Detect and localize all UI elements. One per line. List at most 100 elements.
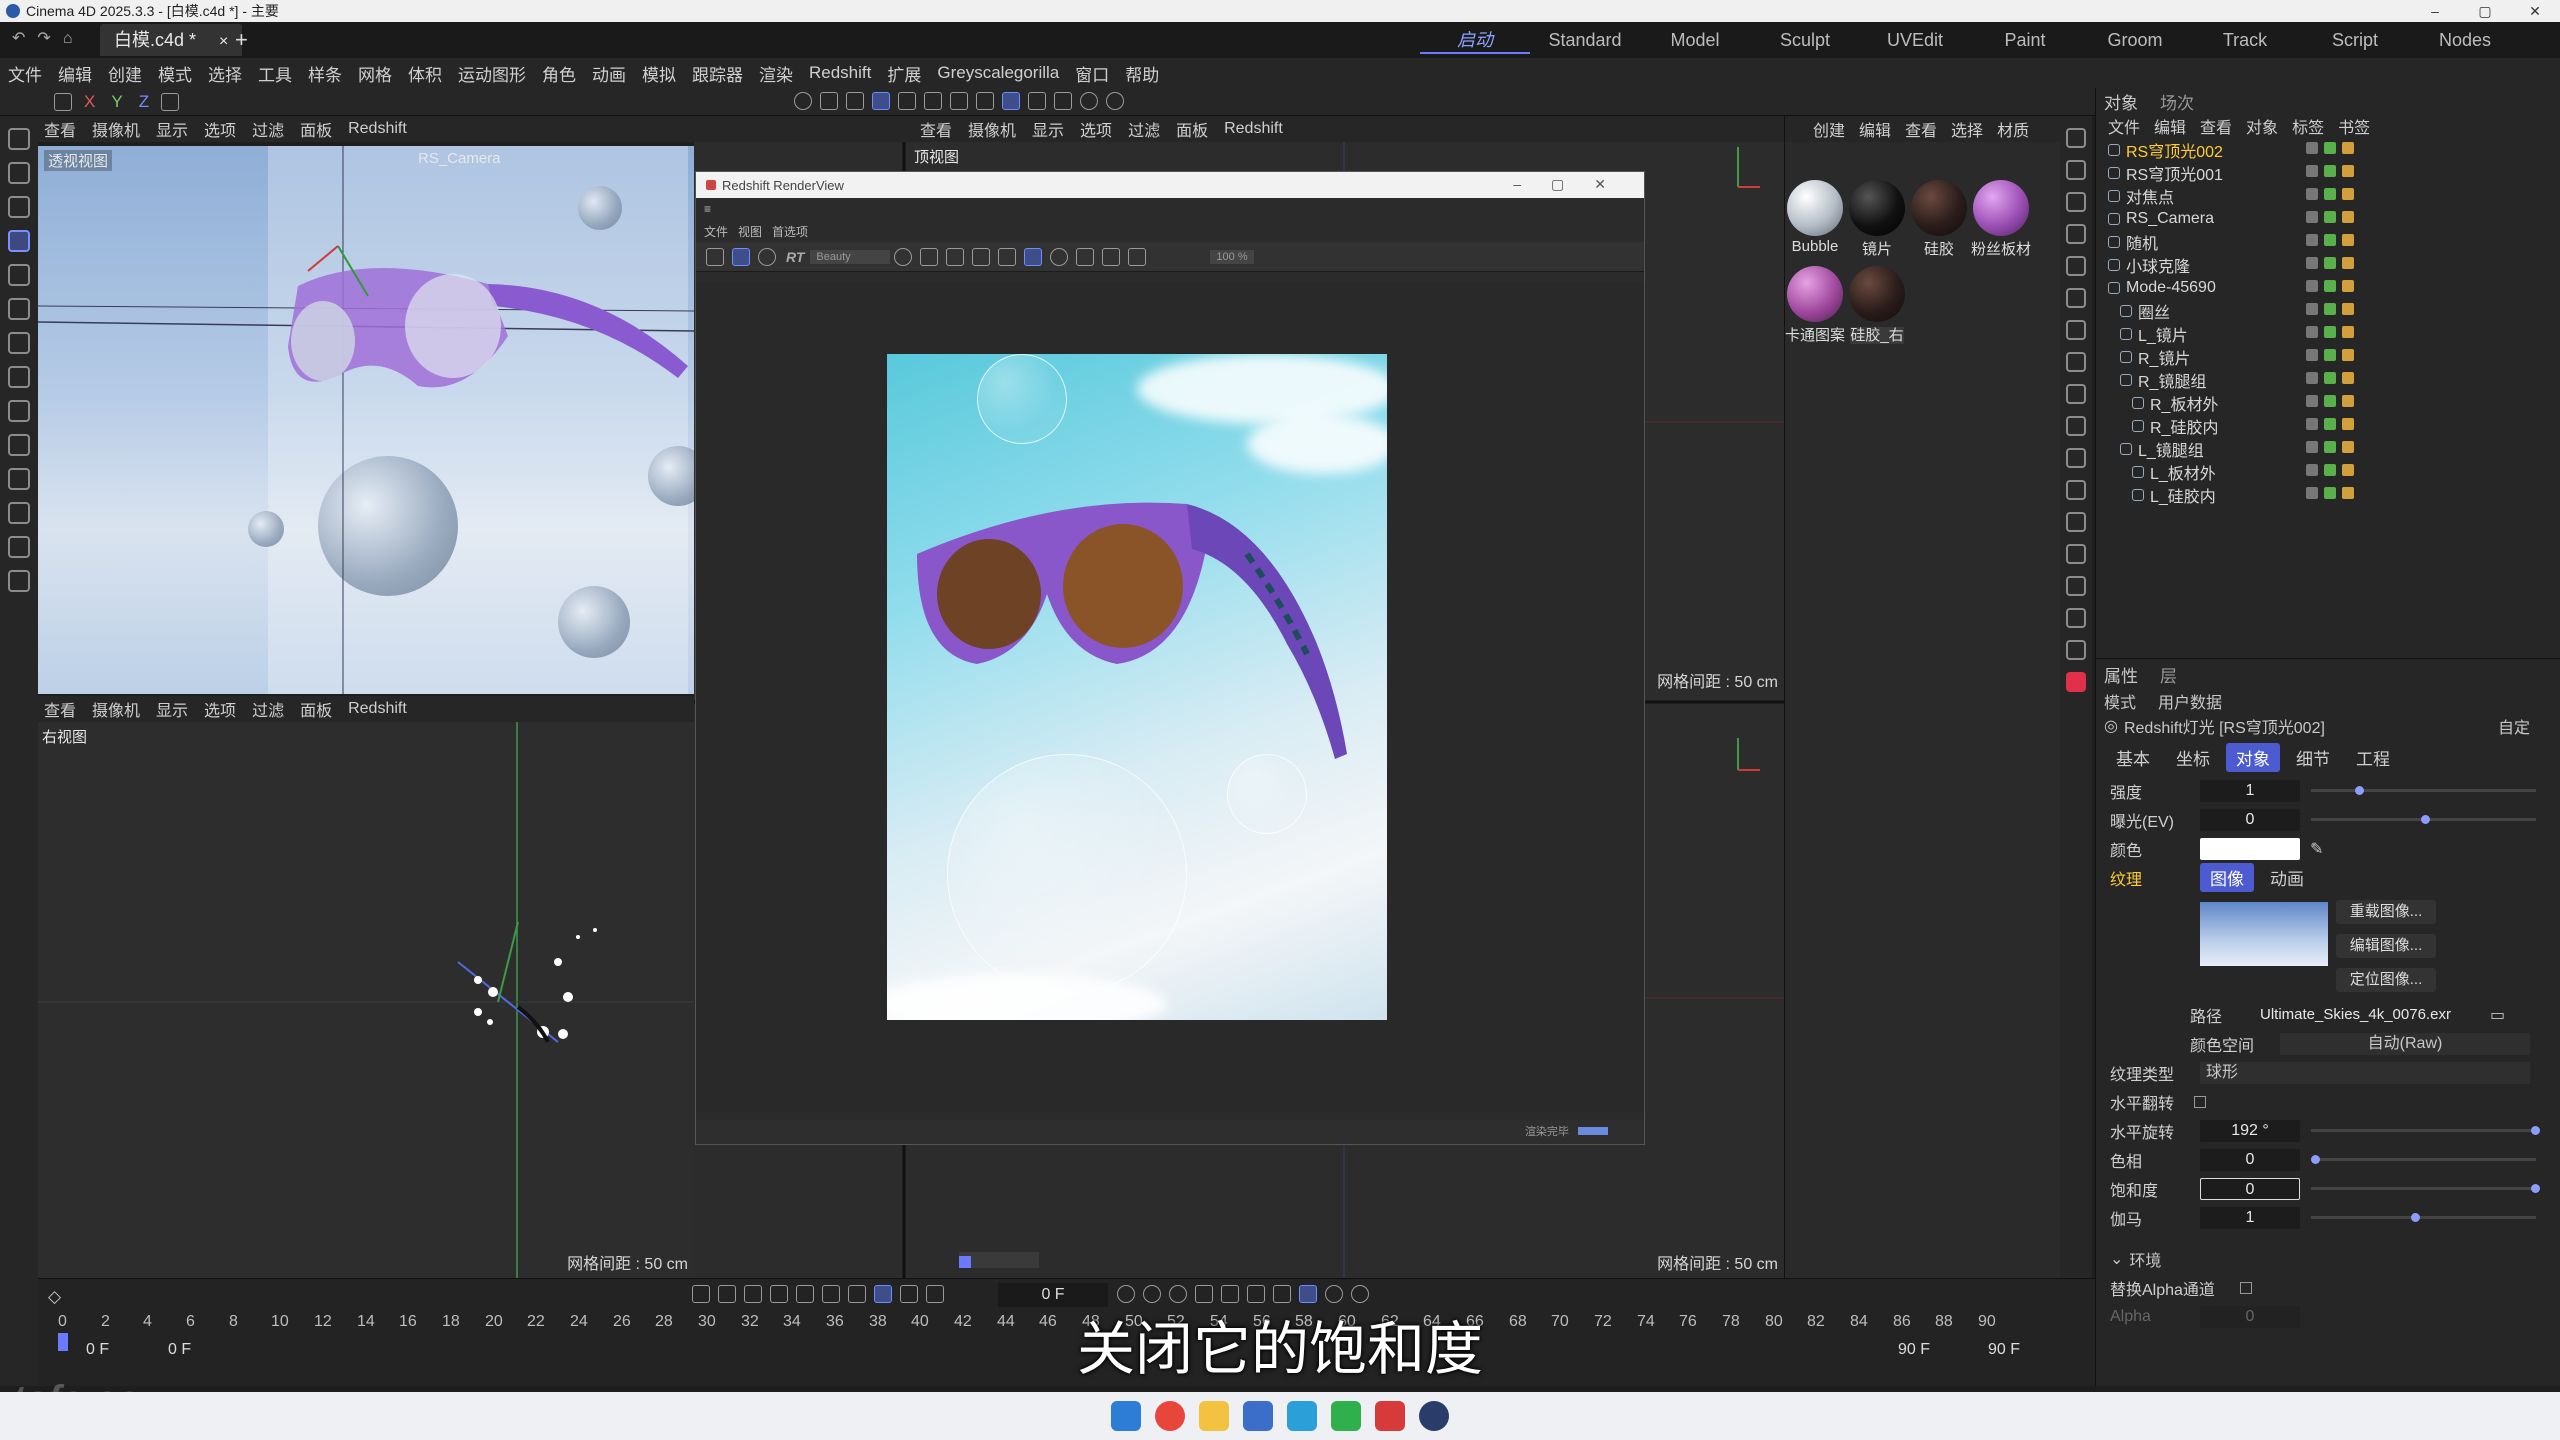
object-mode-icon[interactable] bbox=[872, 92, 890, 110]
cursor-icon[interactable] bbox=[2066, 128, 2086, 148]
vp2-menu-panel[interactable]: 面板 bbox=[1176, 117, 1208, 141]
rv-menu-view[interactable]: 视图 bbox=[738, 223, 762, 240]
param-key-icon[interactable] bbox=[1273, 1285, 1291, 1303]
select-tool-icon[interactable] bbox=[8, 162, 30, 184]
snap-icon[interactable] bbox=[924, 92, 942, 110]
view-toggle-icon[interactable] bbox=[959, 1256, 971, 1268]
pencil-icon[interactable] bbox=[8, 502, 30, 524]
color-swatch[interactable] bbox=[2200, 837, 2300, 860]
perspective-viewport[interactable]: 透视视图 RS_Camera bbox=[38, 146, 694, 694]
record-icon[interactable] bbox=[1117, 1285, 1135, 1303]
vp1-menu-options[interactable]: 选项 bbox=[204, 117, 236, 141]
layout-groom[interactable]: Groom bbox=[2080, 30, 2190, 51]
preset-dropdown[interactable]: 自定 bbox=[2498, 714, 2530, 738]
object-tags[interactable] bbox=[2306, 395, 2360, 407]
layout-nodes[interactable]: Nodes bbox=[2410, 30, 2520, 51]
vp1-menu-filter[interactable]: 过滤 bbox=[252, 117, 284, 141]
edit-image-button[interactable]: 编辑图像... bbox=[2336, 934, 2436, 958]
axis-z-toggle[interactable]: Z bbox=[139, 92, 149, 112]
render-start-icon[interactable] bbox=[732, 247, 750, 266]
transform-tool-icon[interactable] bbox=[8, 332, 30, 354]
close-button[interactable]: ✕ bbox=[2510, 0, 2560, 22]
reload-image-button[interactable]: 重载图像... bbox=[2336, 900, 2436, 924]
field-icon[interactable] bbox=[2066, 352, 2086, 372]
fit-icon[interactable] bbox=[1076, 247, 1095, 266]
render-active-icon[interactable] bbox=[820, 92, 838, 110]
menu-render[interactable]: 渲染 bbox=[759, 61, 793, 86]
tab-attributes[interactable]: 属性 bbox=[2104, 662, 2138, 687]
hue-field[interactable]: 0 bbox=[2200, 1148, 2300, 1171]
env-section-header[interactable]: ⌄ 环境 bbox=[2096, 1244, 2560, 1273]
exposure-field[interactable]: 0 bbox=[2200, 808, 2300, 831]
layout-uvedit[interactable]: UVEdit bbox=[1860, 30, 1970, 51]
file-explorer-icon[interactable] bbox=[1199, 1401, 1229, 1431]
snapshot-icon[interactable] bbox=[1102, 247, 1121, 266]
calendar-icon[interactable] bbox=[1243, 1401, 1273, 1431]
start-menu-icon[interactable] bbox=[1111, 1401, 1141, 1431]
vp1-menu-view[interactable]: 查看 bbox=[44, 117, 76, 141]
tag-icon[interactable] bbox=[2066, 512, 2086, 532]
render-view-icon[interactable] bbox=[794, 92, 812, 110]
go-start-icon[interactable] bbox=[692, 1285, 710, 1303]
material-lens[interactable]: 镜片 bbox=[1847, 180, 1907, 259]
rt-toggle[interactable]: RT bbox=[786, 249, 804, 265]
bucket-icon[interactable] bbox=[998, 247, 1017, 266]
hue-slider[interactable] bbox=[2311, 1155, 2536, 1164]
path-field[interactable]: Ultimate_Skies_4k_0076.exr bbox=[2260, 1006, 2490, 1023]
settings-gear-icon[interactable] bbox=[1054, 92, 1072, 110]
layout-startup[interactable]: 启动 bbox=[1420, 26, 1530, 54]
schematic-icon[interactable] bbox=[1351, 1285, 1369, 1303]
object-row[interactable]: Mode-45690 bbox=[2096, 276, 2560, 299]
render-settings-icon[interactable] bbox=[2066, 608, 2086, 628]
light-icon[interactable] bbox=[2066, 448, 2086, 468]
motion-icon[interactable] bbox=[1325, 1285, 1343, 1303]
vp3-menu-display[interactable]: 显示 bbox=[156, 697, 188, 721]
object-row[interactable]: 小球克隆 bbox=[2096, 253, 2560, 276]
eyedropper-icon[interactable]: ✎ bbox=[2310, 839, 2323, 859]
polygon-pen-icon[interactable] bbox=[8, 434, 30, 456]
scale-tool-icon[interactable] bbox=[8, 298, 30, 320]
vp2-menu-redshift[interactable]: Redshift bbox=[1224, 120, 1283, 138]
vp2-menu-filter[interactable]: 过滤 bbox=[1128, 117, 1160, 141]
texture-thumbnail[interactable] bbox=[2200, 902, 2328, 966]
layout-script[interactable]: Script bbox=[2300, 30, 2410, 51]
text-icon[interactable] bbox=[2066, 224, 2086, 244]
vp1-menu-redshift[interactable]: Redshift bbox=[348, 120, 407, 138]
material-silicone-right[interactable]: 硅胶_右 bbox=[1847, 266, 1907, 345]
menu-window[interactable]: 窗口 bbox=[1075, 61, 1109, 86]
alpha-replace-checkbox[interactable] bbox=[2240, 1281, 2252, 1294]
texture-tab-animation[interactable]: 动画 bbox=[2260, 863, 2314, 892]
menu-redshift[interactable]: Redshift bbox=[809, 63, 871, 83]
scale-key-icon[interactable] bbox=[1247, 1285, 1265, 1303]
menu-create[interactable]: 创建 bbox=[108, 61, 142, 86]
object-tags[interactable] bbox=[2306, 464, 2360, 476]
intensity-slider[interactable] bbox=[2311, 786, 2536, 795]
layout-track[interactable]: Track bbox=[2190, 30, 2300, 51]
object-row[interactable]: 对焦点 bbox=[2096, 184, 2560, 207]
magnet-tool-icon[interactable] bbox=[8, 570, 30, 592]
menu-file[interactable]: 文件 bbox=[8, 61, 42, 86]
om-menu-edit[interactable]: 编辑 bbox=[2154, 114, 2186, 138]
scale-axis-icon[interactable] bbox=[8, 366, 30, 388]
object-row[interactable]: L_镜腿组 bbox=[2096, 437, 2560, 460]
range-icon[interactable] bbox=[900, 1285, 918, 1303]
clapper-icon[interactable] bbox=[706, 247, 724, 266]
object-tags[interactable] bbox=[2306, 280, 2360, 292]
material-pink-board[interactable]: 粉丝板材 bbox=[1971, 180, 2031, 259]
cube-primitive-icon[interactable] bbox=[2066, 192, 2086, 212]
camera-icon[interactable] bbox=[2066, 480, 2086, 500]
keyframe-selection-icon[interactable] bbox=[1169, 1285, 1187, 1303]
menu-help[interactable]: 帮助 bbox=[1125, 61, 1159, 86]
vp2-menu-view[interactable]: 查看 bbox=[920, 117, 952, 141]
vp3-menu-options[interactable]: 选项 bbox=[204, 697, 236, 721]
menu-extensions[interactable]: 扩展 bbox=[887, 61, 921, 86]
right-viewport[interactable]: 右视图 网格间距 : 50 cm bbox=[38, 722, 694, 1278]
saturation-field[interactable]: 0 bbox=[2200, 1177, 2300, 1200]
photos-icon[interactable] bbox=[1287, 1401, 1317, 1431]
minimize-button[interactable]: – bbox=[2410, 0, 2460, 22]
close-tab-icon[interactable]: × bbox=[219, 33, 228, 50]
object-tags[interactable] bbox=[2306, 487, 2360, 499]
history-nav-icons[interactable]: ↶↷⌂ bbox=[12, 28, 84, 48]
rotate-tool-icon[interactable] bbox=[8, 264, 30, 286]
axis-y-toggle[interactable]: Y bbox=[111, 92, 122, 112]
